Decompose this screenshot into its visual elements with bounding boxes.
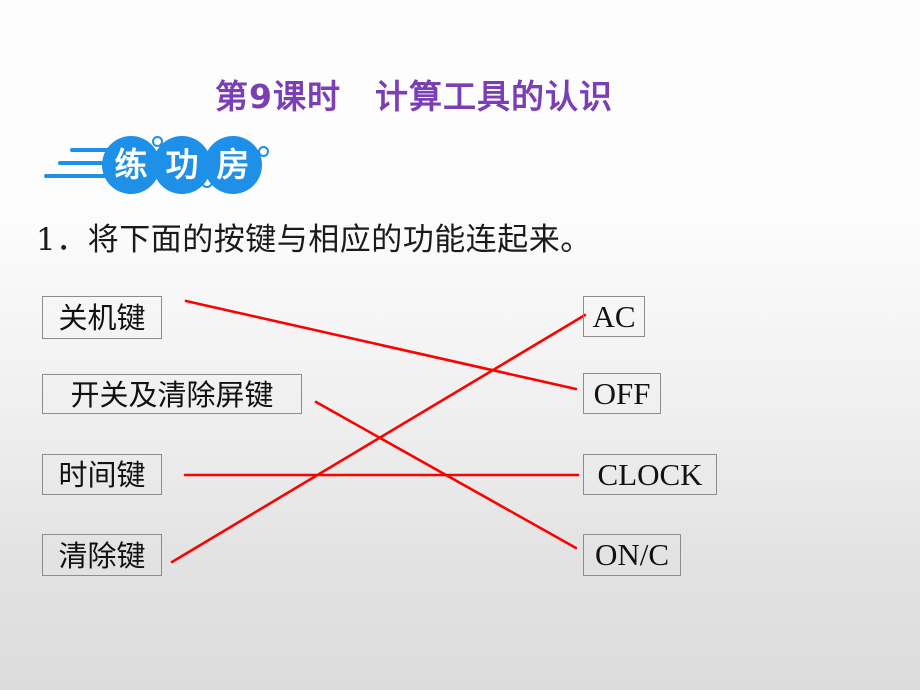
term-box-1[interactable]: 开关及清除屏键 (42, 374, 302, 414)
term-box-3[interactable]: 清除键 (42, 534, 162, 576)
badge-char-fang: 房 (204, 136, 262, 194)
question-instruction: 1．将下面的按键与相应的功能连起来。 (36, 222, 592, 258)
function-box-3[interactable]: ON/C (583, 534, 681, 576)
connector-line-3 (170, 313, 587, 564)
badge-char-gong: 功 (153, 136, 211, 194)
term-box-2[interactable]: 时间键 (42, 454, 162, 495)
connector-line-1 (314, 400, 578, 550)
term-box-0[interactable]: 关机键 (42, 296, 162, 339)
section-badge-lian-gong-fang: 练 功 房 (30, 134, 290, 200)
function-box-1[interactable]: OFF (583, 373, 661, 414)
page-title: 第9课时 计算工具的认识 (215, 77, 613, 116)
badge-char-lian: 练 (102, 136, 160, 194)
function-box-0[interactable]: AC (583, 296, 645, 337)
slide-canvas: 第9课时 计算工具的认识 练 功 房 1．将下面的按键与相应的功能连起来。 关机… (0, 0, 920, 690)
function-box-2[interactable]: CLOCK (583, 454, 717, 495)
